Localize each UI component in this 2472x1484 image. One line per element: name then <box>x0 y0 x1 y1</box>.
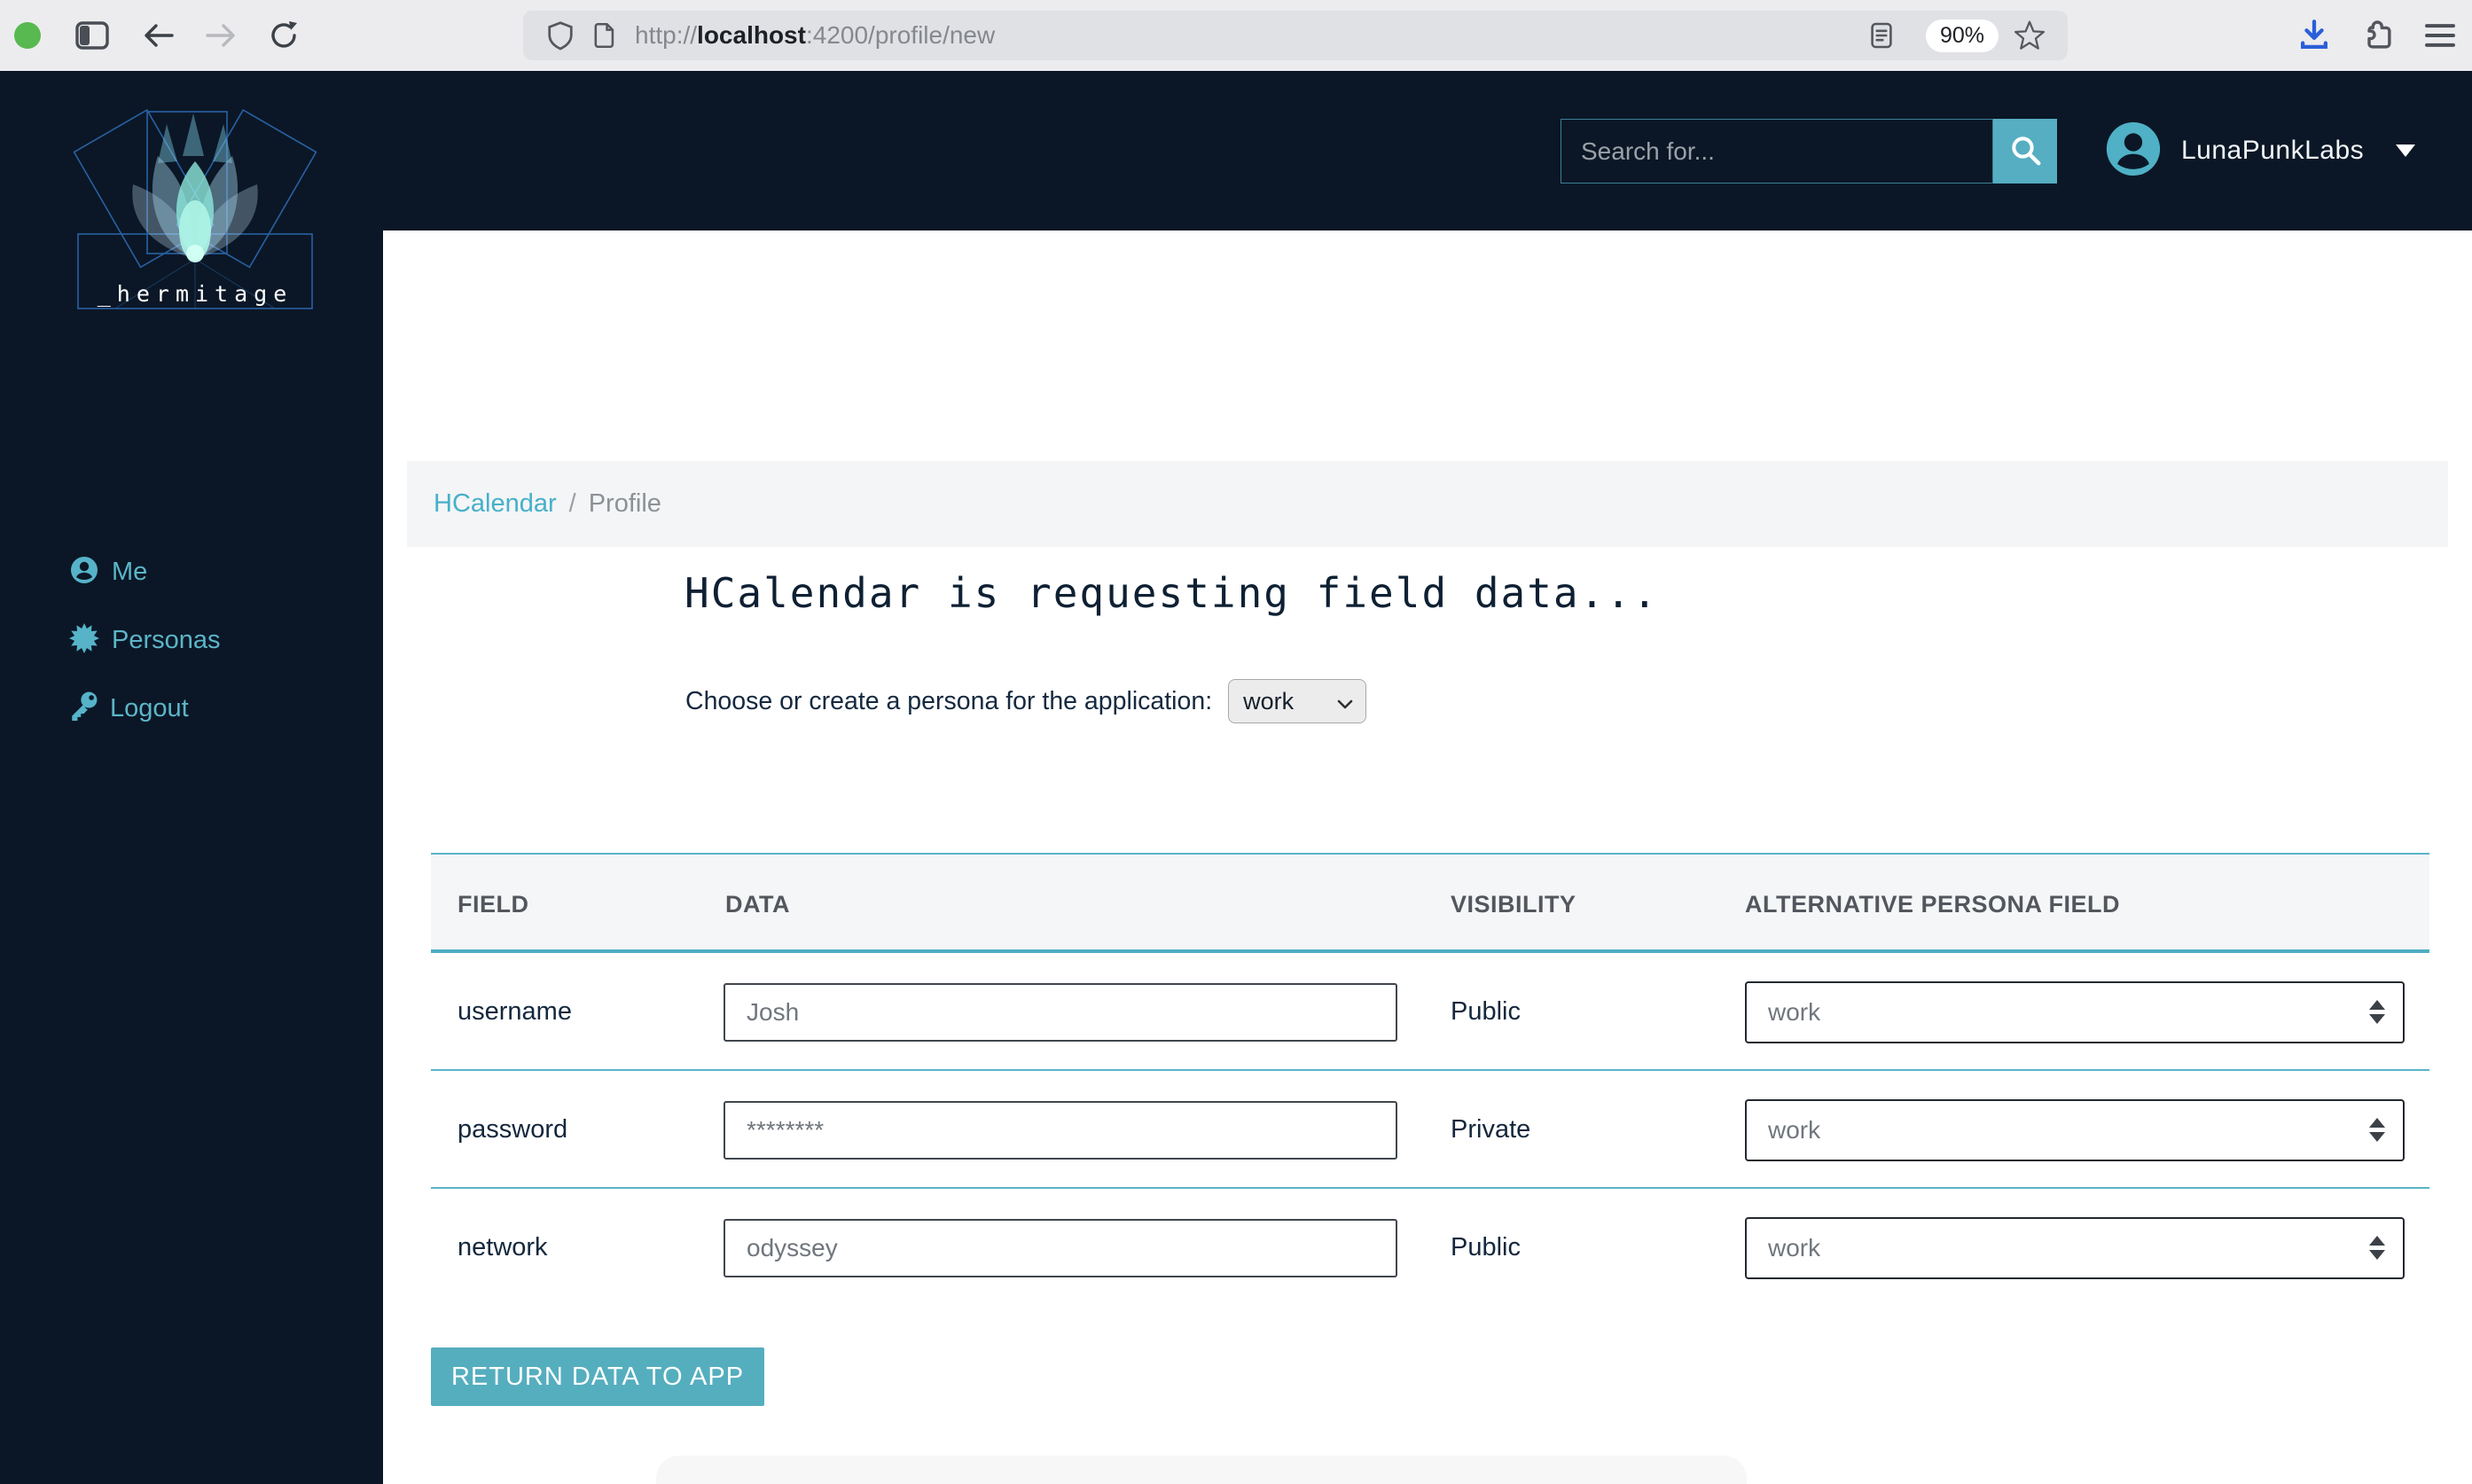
search-input[interactable] <box>1561 119 1993 184</box>
persona-chooser: Choose or create a persona for the appli… <box>685 678 1367 724</box>
logo-text: _hermitage <box>98 281 293 307</box>
field-name: network <box>458 1233 548 1261</box>
sidebar-item-label: Me <box>112 558 148 586</box>
sidebar-item-me[interactable]: Me <box>69 555 147 590</box>
sidebar-item-label: Personas <box>112 626 221 654</box>
person-circle-icon <box>69 555 99 590</box>
search-button[interactable] <box>1993 119 2057 184</box>
personas-badge-icon <box>69 623 99 658</box>
alt-persona-value: work <box>1768 1115 1821 1144</box>
table-row: password Private work <box>431 1071 2429 1189</box>
sidebar-item-personas[interactable]: Personas <box>69 623 221 658</box>
field-name: password <box>458 1115 568 1144</box>
select-sorter-icon <box>2369 1118 2385 1142</box>
window-traffic-light[interactable] <box>14 22 41 49</box>
visibility-value: Private <box>1451 1115 1531 1144</box>
main-content: HCalendar / Profile HCalendar is request… <box>383 230 2472 1484</box>
hermitage-logo[interactable]: _hermitage <box>53 101 337 323</box>
zoom-level-badge[interactable]: 90% <box>1925 19 1999 52</box>
breadcrumb: HCalendar / Profile <box>407 461 2448 547</box>
footer-panel <box>656 1456 1747 1484</box>
bookmark-star-icon[interactable] <box>1999 11 2061 60</box>
sidebar-item-label: Logout <box>110 694 189 722</box>
alt-persona-select[interactable]: work <box>1745 1098 2405 1161</box>
field-data-input[interactable] <box>724 1100 1397 1160</box>
persona-label: Choose or create a persona for the appli… <box>685 686 1213 715</box>
field-data-input[interactable] <box>724 982 1397 1042</box>
extensions-icon[interactable] <box>2351 0 2405 71</box>
url-bar[interactable]: http://localhost:4200/profile/new 90% <box>523 11 2068 60</box>
field-name: username <box>458 997 572 1026</box>
column-header-field: FIELD <box>458 891 529 918</box>
forward-icon <box>197 0 246 71</box>
breadcrumb-page: Profile <box>588 489 661 518</box>
download-icon[interactable] <box>2288 0 2341 71</box>
avatar-icon <box>2105 121 2162 182</box>
return-data-button[interactable]: RETURN DATA TO APP <box>431 1347 764 1406</box>
breadcrumb-separator: / <box>568 489 576 518</box>
persona-select-value: work <box>1243 687 1295 715</box>
caret-down-icon <box>2396 144 2416 157</box>
breadcrumb-app-link[interactable]: HCalendar <box>434 489 557 519</box>
search-icon <box>2008 133 2042 169</box>
field-table: FIELD DATA VISIBILITY ALTERNATIVE PERSON… <box>431 853 2429 1307</box>
reload-icon[interactable] <box>259 0 309 71</box>
username-label: LunaPunkLabs <box>2181 136 2365 165</box>
app-window: http://localhost:4200/profile/new 90% _h… <box>0 0 2472 1484</box>
table-row: username Public work <box>431 953 2429 1071</box>
visibility-value: Public <box>1451 997 1521 1026</box>
key-icon <box>69 691 98 726</box>
page-title: HCalendar is requesting field data... <box>684 569 1659 617</box>
table-header-row: FIELD DATA VISIBILITY ALTERNATIVE PERSON… <box>431 853 2429 953</box>
sidebar-toggle-icon[interactable] <box>67 0 117 71</box>
user-menu[interactable]: LunaPunkLabs <box>2105 121 2416 182</box>
alt-persona-select[interactable]: work <box>1745 1216 2405 1279</box>
reader-mode-icon[interactable] <box>1862 11 1901 60</box>
alt-persona-select[interactable]: work <box>1745 980 2405 1043</box>
persona-select[interactable]: work <box>1228 679 1367 723</box>
url-text[interactable]: http://localhost:4200/profile/new <box>635 21 995 50</box>
select-sorter-icon <box>2369 1236 2385 1260</box>
select-chevron-icon <box>1337 688 1353 715</box>
visibility-value: Public <box>1451 1233 1521 1261</box>
field-data-input[interactable] <box>724 1218 1397 1277</box>
column-header-visibility: VISIBILITY <box>1451 891 1576 918</box>
column-header-alt-persona: ALTERNATIVE PERSONA FIELD <box>1745 891 2121 918</box>
table-row: network Public work <box>431 1189 2429 1307</box>
column-header-data: DATA <box>725 891 790 918</box>
menu-icon[interactable] <box>2413 0 2467 71</box>
page-icon[interactable] <box>585 11 624 60</box>
sidebar: _hermitage Me Personas Logout <box>0 71 383 1484</box>
sidebar-item-logout[interactable]: Logout <box>69 691 189 726</box>
select-sorter-icon <box>2369 1000 2385 1024</box>
back-icon[interactable] <box>133 0 183 71</box>
shield-icon[interactable] <box>536 11 585 60</box>
browser-toolbar: http://localhost:4200/profile/new 90% <box>0 0 2472 71</box>
alt-persona-value: work <box>1768 1233 1821 1261</box>
search-bar <box>1561 119 2057 184</box>
alt-persona-value: work <box>1768 997 1821 1026</box>
